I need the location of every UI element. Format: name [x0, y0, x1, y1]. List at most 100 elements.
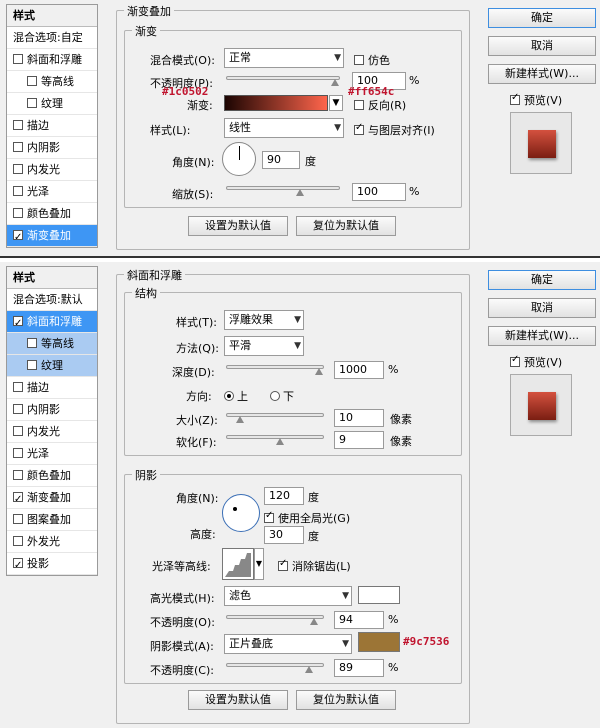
gradient-dropdown-button[interactable]: ▼ [329, 95, 343, 111]
checkbox-icon[interactable] [13, 404, 23, 414]
slider-thumb[interactable] [276, 438, 285, 446]
style-item[interactable]: 内发光 [7, 421, 97, 443]
set-default-button[interactable]: 设置为默认值 [188, 216, 288, 236]
checkbox-icon[interactable] [13, 514, 23, 524]
angle-dial[interactable] [222, 142, 256, 176]
checkbox-icon[interactable] [13, 448, 23, 458]
checkmark-icon[interactable] [13, 227, 23, 249]
style-select[interactable]: 线性 ▼ [224, 118, 344, 138]
style-item[interactable]: 内发光 [7, 159, 97, 181]
blend-options-item[interactable]: 混合选项:自定 [7, 27, 97, 49]
checkbox-icon[interactable] [13, 470, 23, 480]
scale-input[interactable]: 100 [352, 183, 406, 201]
angle-dial[interactable] [222, 494, 260, 532]
slider-thumb[interactable] [331, 79, 340, 87]
reverse-checkbox[interactable]: 反向(R) [354, 97, 406, 113]
set-default-button[interactable]: 设置为默认值 [188, 690, 288, 710]
style-item[interactable]: 纹理 [7, 355, 97, 377]
reset-default-button[interactable]: 复位为默认值 [296, 216, 396, 236]
checkmark-icon[interactable] [13, 555, 23, 577]
slider-thumb[interactable] [295, 189, 305, 197]
slider-thumb[interactable] [235, 416, 245, 424]
scale-slider[interactable] [226, 186, 340, 196]
size-slider[interactable] [226, 413, 324, 423]
angle-input[interactable]: 90 [262, 151, 300, 169]
opacity-slider[interactable] [226, 76, 340, 86]
highlight-opacity-slider[interactable] [226, 615, 324, 625]
style-item[interactable]: 描边 [7, 377, 97, 399]
style-item[interactable]: 光泽 [7, 181, 97, 203]
blend-options-item[interactable]: 混合选项:默认 [7, 289, 97, 311]
checkbox-icon[interactable] [13, 426, 23, 436]
checkbox-icon[interactable] [13, 164, 23, 174]
preview-checkbox[interactable]: 预览(V) [510, 354, 562, 370]
blend-mode-select[interactable]: 正常 ▼ [224, 48, 344, 68]
cancel-button[interactable]: 取消 [488, 36, 596, 56]
style-item[interactable]: 斜面和浮雕 [7, 49, 97, 71]
global-light-checkbox[interactable]: 使用全局光(G) [264, 510, 350, 526]
direction-down-radio[interactable]: 下 [270, 388, 294, 404]
highlight-color-swatch[interactable] [358, 586, 400, 604]
shadow-color-swatch[interactable] [358, 632, 400, 652]
shadow-mode-select[interactable]: 正片叠底 ▼ [224, 634, 352, 654]
ok-button[interactable]: 确定 [488, 270, 596, 290]
direction-up-radio[interactable]: 上 [224, 388, 248, 404]
checkbox-icon[interactable] [27, 76, 37, 86]
slider-thumb[interactable] [315, 368, 324, 376]
cancel-button[interactable]: 取消 [488, 298, 596, 318]
depth-slider[interactable] [226, 365, 324, 375]
shadow-opacity-input[interactable]: 89 [334, 659, 384, 677]
contour-dropdown-button[interactable]: ▼ [254, 548, 264, 580]
depth-input[interactable]: 1000 [334, 361, 384, 379]
gradient-picker[interactable] [224, 95, 328, 111]
checkbox-icon[interactable] [13, 142, 23, 152]
size-input[interactable]: 10 [334, 409, 384, 427]
style-item[interactable]: 内阴影 [7, 399, 97, 421]
soften-slider[interactable] [226, 435, 324, 445]
gloss-contour-picker[interactable] [222, 548, 254, 580]
ok-button[interactable]: 确定 [488, 8, 596, 28]
style-item[interactable]: 颜色叠加 [7, 203, 97, 225]
align-layer-checkbox[interactable]: 与图层对齐(I) [354, 122, 435, 138]
style-item[interactable]: 内阴影 [7, 137, 97, 159]
slider-thumb[interactable] [305, 666, 314, 674]
style-item[interactable]: 等高线 [7, 71, 97, 93]
preview-checkbox[interactable]: 预览(V) [510, 92, 562, 108]
altitude-input[interactable]: 30 [264, 526, 304, 544]
checkbox-icon[interactable] [13, 382, 23, 392]
new-style-button[interactable]: 新建样式(W)... [488, 326, 596, 346]
checkbox-icon[interactable] [27, 98, 37, 108]
highlight-mode-select[interactable]: 滤色 ▼ [224, 586, 352, 606]
checkbox-icon[interactable] [27, 338, 37, 348]
style-item[interactable]: 外发光 [7, 531, 97, 553]
checkmark-icon[interactable] [13, 489, 23, 511]
checkbox-icon[interactable] [13, 120, 23, 130]
reset-default-button[interactable]: 复位为默认值 [296, 690, 396, 710]
checkmark-icon[interactable] [13, 313, 23, 335]
soften-input[interactable]: 9 [334, 431, 384, 449]
checkbox-icon[interactable] [13, 208, 23, 218]
checkbox-icon[interactable] [13, 54, 23, 64]
dither-checkbox[interactable]: 仿色 [354, 52, 390, 68]
style-item[interactable]: 颜色叠加 [7, 465, 97, 487]
style-item[interactable]: 投影 [7, 553, 97, 577]
style-item[interactable]: 等高线 [7, 333, 97, 355]
shadow-opacity-slider[interactable] [226, 663, 324, 673]
style-item[interactable]: 纹理 [7, 93, 97, 115]
style-item[interactable]: 渐变叠加 [7, 225, 97, 249]
style-item[interactable]: 描边 [7, 115, 97, 137]
style-item[interactable]: 图案叠加 [7, 509, 97, 531]
checkbox-icon[interactable] [27, 360, 37, 370]
style-item[interactable]: 斜面和浮雕 [7, 311, 97, 335]
bevel-style-select[interactable]: 浮雕效果 ▼ [224, 310, 304, 330]
checkbox-icon[interactable] [13, 536, 23, 546]
shading-angle-input[interactable]: 120 [264, 487, 304, 505]
new-style-button[interactable]: 新建样式(W)... [488, 64, 596, 84]
checkbox-icon[interactable] [13, 186, 23, 196]
technique-select[interactable]: 平滑 ▼ [224, 336, 304, 356]
anti-aliased-checkbox[interactable]: 消除锯齿(L) [278, 558, 351, 574]
style-item[interactable]: 光泽 [7, 443, 97, 465]
slider-thumb[interactable] [309, 618, 319, 626]
style-item[interactable]: 渐变叠加 [7, 487, 97, 511]
highlight-opacity-input[interactable]: 94 [334, 611, 384, 629]
